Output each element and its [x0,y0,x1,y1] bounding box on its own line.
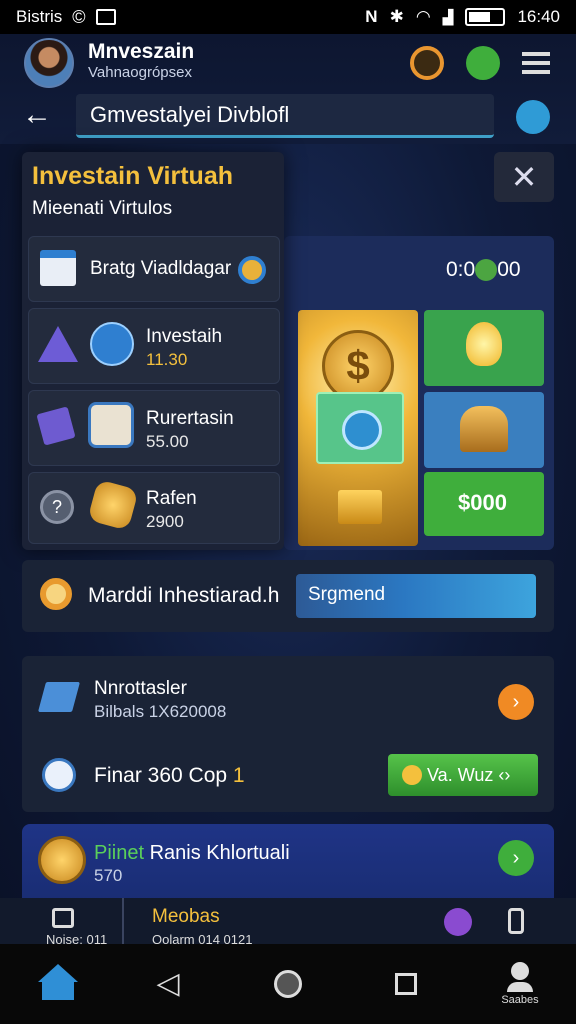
badge-icon [42,758,76,792]
avatar[interactable] [24,38,74,88]
menu-icon[interactable] [522,52,550,74]
dollar-icon [402,765,422,786]
chevrons-icon: ‹› [498,764,511,785]
cards-icon [36,406,76,446]
profile-label: Saabes [501,994,539,1006]
back-arrow-icon[interactable]: ← [20,98,54,132]
menu-item-value: 11.30 [146,350,188,369]
menu-item-rafen[interactable]: ? Rafen 2900 [28,472,280,544]
info-card: Nnrottasler Bilbals 1X620008 › Finar 360… [22,656,554,812]
market-input[interactable]: Srgmend [296,574,536,618]
calendar-icon [40,250,76,286]
coin-icon [38,836,86,884]
action-button[interactable]: Va. Wuz ‹› [388,754,538,796]
menu-item-investaih[interactable]: Investaih 11.30 [28,308,280,384]
shield-purple-icon[interactable] [444,908,472,936]
lightbulb-icon [466,322,502,366]
row1-title: Nnrottasler [94,678,187,699]
profile-icon[interactable]: Saabes [498,962,542,1006]
pen-icon [37,682,81,712]
magnifier-icon [40,578,72,610]
clock: 16:40 [517,7,560,26]
promo-sub: 570 [94,866,123,885]
menu-item-calendar[interactable]: Bratg Viadldagar [28,236,280,302]
market-search-row: Marddi Inhestiarad.h Srgmend [22,560,554,632]
market-label: Marddi Inhestiarad.h [88,584,280,607]
search-input[interactable]: Gmvestalyei Divblofl [76,94,494,138]
row2-badge: 1 [232,764,245,787]
circle-home-icon[interactable] [266,962,310,1006]
menu-item-label: Bratg Viadldagar [90,258,232,279]
shield-icon [342,410,382,450]
home-icon[interactable] [36,962,80,1006]
gold-bars-icon [338,490,382,524]
app-screen: Mnveszain Vahnaogrópsex ← Gmvestalyei Di… [0,34,576,944]
timer: 0:0 00 [446,258,521,282]
row1-subtitle: Bilbals 1X620008 [94,702,227,721]
signal-icon: ▟ [442,8,454,25]
divider [122,898,124,944]
tv-icon [88,402,134,448]
system-navbar: ◁ Saabes [0,944,576,1024]
cube-icon[interactable] [516,100,550,134]
idea-tile[interactable] [424,310,544,386]
timer-icon [475,259,498,282]
menu-item-label: Investaih [146,326,223,347]
refresh-icon[interactable] [410,46,444,80]
investment-panel: Investain Virtuah Mieenati Virtulos Brat… [22,152,284,550]
app-subtitle: Vahnaogrópsex [88,64,192,81]
bottom-strip: Noise: 011 Meobas Qolarm 014 0121 [0,898,576,944]
carrier-label: Bistris [16,7,63,26]
wifi-icon: ◠ [415,7,431,26]
bottom-left-text: Noise: 011 [46,932,108,944]
menu-item-rurertasin[interactable]: Rurertasin 55.00 [28,390,280,466]
menu-item-label: Rurertasin [146,408,234,429]
chat-icon[interactable] [466,46,500,80]
app-title: Mnveszain [88,40,195,63]
help-icon: ? [40,490,74,524]
money-tile-label: $000 [458,490,507,515]
battery-icon [465,8,506,26]
pyramid-icon [38,326,78,362]
bank-tile[interactable] [424,392,544,468]
shield-tile[interactable] [316,392,404,464]
money-tile[interactable]: $000 [424,472,544,536]
calendar-small-icon [52,908,74,928]
gold-coins-icon [87,479,139,531]
row2-title: Finar 360 Cop 1 [94,764,245,787]
panel-title: Investain Virtuah [32,162,233,190]
back-triangle-icon[interactable]: ◁ [146,962,190,1006]
promo-arrow-button[interactable]: › [498,840,534,876]
target-icon [238,256,266,284]
bluetooth-icon: ✱ [389,7,404,26]
bottom-sub: Qolarm 014 0121 [152,932,253,944]
arrow-right-button[interactable]: › [498,684,534,720]
document-icon [90,322,134,366]
bank-icon [460,406,508,452]
status-bar: Bistris © N ✱ ◠ ▟ 16:40 [0,0,576,34]
mail-icon [95,9,116,25]
bottom-title: Meobas [152,906,220,927]
promo-title: Piinet Ranis Khlortuali [94,842,290,864]
panel-subtitle: Mieenati Virtulos [32,198,173,219]
menu-item-value: 55.00 [146,432,189,451]
menu-item-label: Rafen [146,488,197,509]
close-button[interactable]: ✕ [494,152,554,202]
copyright-icon: © [72,6,86,27]
phone-icon[interactable] [508,908,524,934]
recents-icon[interactable] [384,962,428,1006]
menu-item-value: 2900 [146,512,184,531]
nfc-icon: N [365,7,378,26]
